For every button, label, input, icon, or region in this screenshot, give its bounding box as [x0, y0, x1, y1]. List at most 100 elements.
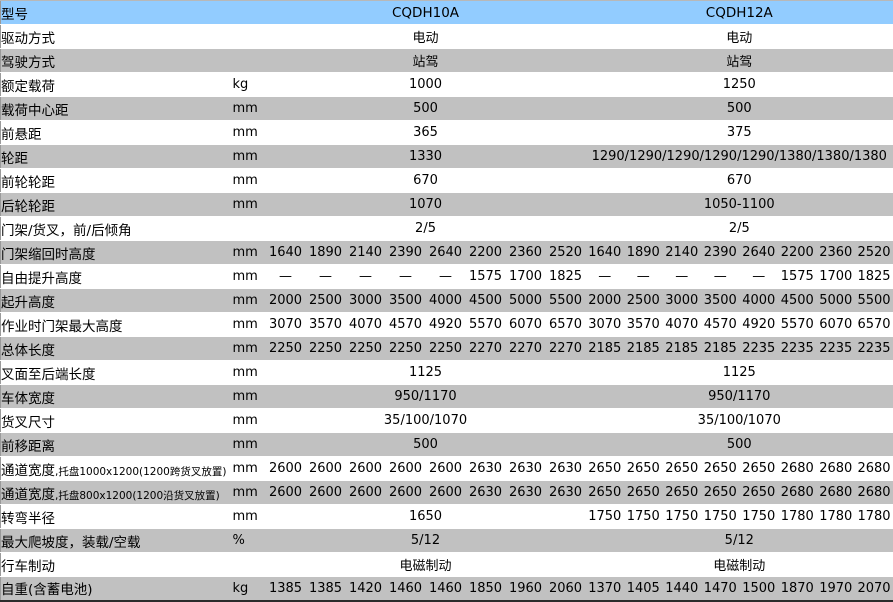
value-cell: 1750	[740, 505, 779, 529]
value-cell: 5/12	[586, 529, 893, 553]
value-cell: 2185	[701, 337, 740, 361]
row-label: 前轮轮距	[1, 169, 233, 193]
row-label-text: 作业时门架最大高度	[1, 319, 123, 335]
row-label-text: 行车制动	[1, 559, 55, 575]
header-model2-name: CQDH12A	[586, 1, 893, 25]
value-cell: 2600	[426, 457, 466, 481]
value-cell: 2600	[306, 457, 346, 481]
table-row: 货叉尺寸mm35/100/107035/100/1070	[1, 409, 893, 433]
table-row: 通道宽度,托盘800x1200(1200沿货叉放置)mm260026002600…	[1, 481, 893, 505]
row-label: 后轮轮距	[1, 193, 233, 217]
row-label-text: 货叉尺寸	[1, 415, 55, 431]
value-cell: 电动	[586, 25, 893, 49]
value-cell: 1460	[386, 577, 426, 601]
table-row: 叉面至后端长度mm11251125	[1, 361, 893, 385]
value-cell: 2500	[306, 289, 346, 313]
row-unit: mm	[233, 289, 266, 313]
value-cell: —	[663, 265, 702, 289]
row-label-text: 自由提升高度	[1, 271, 82, 287]
row-label-text: 门架/货叉，前/后倾角	[1, 223, 132, 239]
row-unit: mm	[233, 145, 266, 169]
value-cell: 1825	[855, 265, 893, 289]
value-cell: 2600	[426, 481, 466, 505]
value-cell: 1125	[586, 361, 893, 385]
value-cell: 2250	[386, 337, 426, 361]
table-row: 前轮轮距mm670670	[1, 169, 893, 193]
value-cell: 2270	[546, 337, 586, 361]
table-row: 转弯半径mm1650175017501750175017501780178017…	[1, 505, 893, 529]
value-cell: 2640	[740, 241, 779, 265]
row-unit: mm	[233, 385, 266, 409]
value-cell: 2200	[466, 241, 506, 265]
row-unit	[233, 217, 266, 241]
spec-table-body: 驱动方式电动电动驾驶方式站驾站驾额定载荷kg10001250载荷中心距mm500…	[1, 25, 893, 601]
table-row: 门架/货叉，前/后倾角 2/52/5	[1, 217, 893, 241]
value-cell: —	[624, 265, 663, 289]
row-label: 转弯半径	[1, 505, 233, 529]
row-label: 驱动方式	[1, 25, 233, 49]
table-row: 最大爬坡度，装载/空载%5/125/12	[1, 529, 893, 553]
value-cell: —	[586, 265, 625, 289]
row-label: 轮距	[1, 145, 233, 169]
value-cell: 3570	[624, 313, 663, 337]
row-label-text: 前悬距	[1, 127, 42, 143]
value-cell: 2/5	[266, 217, 586, 241]
row-label-text: 起升高度	[1, 295, 55, 311]
value-cell: 3500	[701, 289, 740, 313]
value-cell: 2650	[663, 457, 702, 481]
value-cell: 4920	[740, 313, 779, 337]
value-cell: 2/5	[586, 217, 893, 241]
table-row: 前移距离mm500500	[1, 433, 893, 457]
value-cell: 1125	[266, 361, 586, 385]
value-cell: 3570	[306, 313, 346, 337]
row-label-text: 自重(含蓄电池)	[1, 582, 93, 598]
table-row: 作业时门架最大高度mm30703570407045704920557060706…	[1, 313, 893, 337]
value-cell: 2000	[586, 289, 625, 313]
value-cell: 6070	[817, 313, 856, 337]
value-cell: 1385	[306, 577, 346, 601]
value-cell: 1825	[546, 265, 586, 289]
row-unit: %	[233, 529, 266, 553]
value-cell: 2140	[346, 241, 386, 265]
value-cell: 2650	[624, 481, 663, 505]
value-cell: 1470	[701, 577, 740, 601]
row-label: 行车制动	[1, 553, 233, 577]
value-cell: 站驾	[266, 49, 586, 73]
header-model1-name: CQDH10A	[266, 1, 586, 25]
value-cell: 1405	[624, 577, 663, 601]
value-cell: 1330	[266, 145, 586, 169]
value-cell: 2680	[778, 457, 817, 481]
value-cell: 1290/1290/1290/1290/1290/1380/1380/1380	[586, 145, 893, 169]
value-cell: 3000	[663, 289, 702, 313]
value-cell: 1070	[266, 193, 586, 217]
value-cell: 1750	[586, 505, 625, 529]
row-label-text: 叉面至后端长度	[1, 367, 96, 383]
row-label-text: 驾驶方式	[1, 55, 55, 71]
row-label-text: 轮距	[1, 151, 28, 167]
value-cell: 4070	[346, 313, 386, 337]
row-unit: mm	[233, 169, 266, 193]
value-cell: 1000	[266, 73, 586, 97]
row-label: 起升高度	[1, 289, 233, 313]
row-label: 作业时门架最大高度	[1, 313, 233, 337]
table-row: 驾驶方式站驾站驾	[1, 49, 893, 73]
row-label-text: 前轮轮距	[1, 175, 55, 191]
value-cell: —	[740, 265, 779, 289]
value-cell: 2640	[426, 241, 466, 265]
table-row: 门架缩回时高度mm1640189021402390264022002360252…	[1, 241, 893, 265]
value-cell: 2630	[506, 457, 546, 481]
value-cell: 4570	[386, 313, 426, 337]
row-unit: mm	[233, 457, 266, 481]
value-cell: 950/1170	[586, 385, 893, 409]
header-unit-cell	[233, 1, 266, 25]
row-label: 车体宽度	[1, 385, 233, 409]
value-cell: 2680	[817, 457, 856, 481]
value-cell: 1750	[663, 505, 702, 529]
value-cell: 5570	[466, 313, 506, 337]
table-row: 载荷中心距mm500500	[1, 97, 893, 121]
value-cell: 1650	[266, 505, 586, 529]
value-cell: 2650	[586, 457, 625, 481]
value-cell: 1890	[624, 241, 663, 265]
value-cell: —	[266, 265, 306, 289]
row-unit: mm	[233, 97, 266, 121]
